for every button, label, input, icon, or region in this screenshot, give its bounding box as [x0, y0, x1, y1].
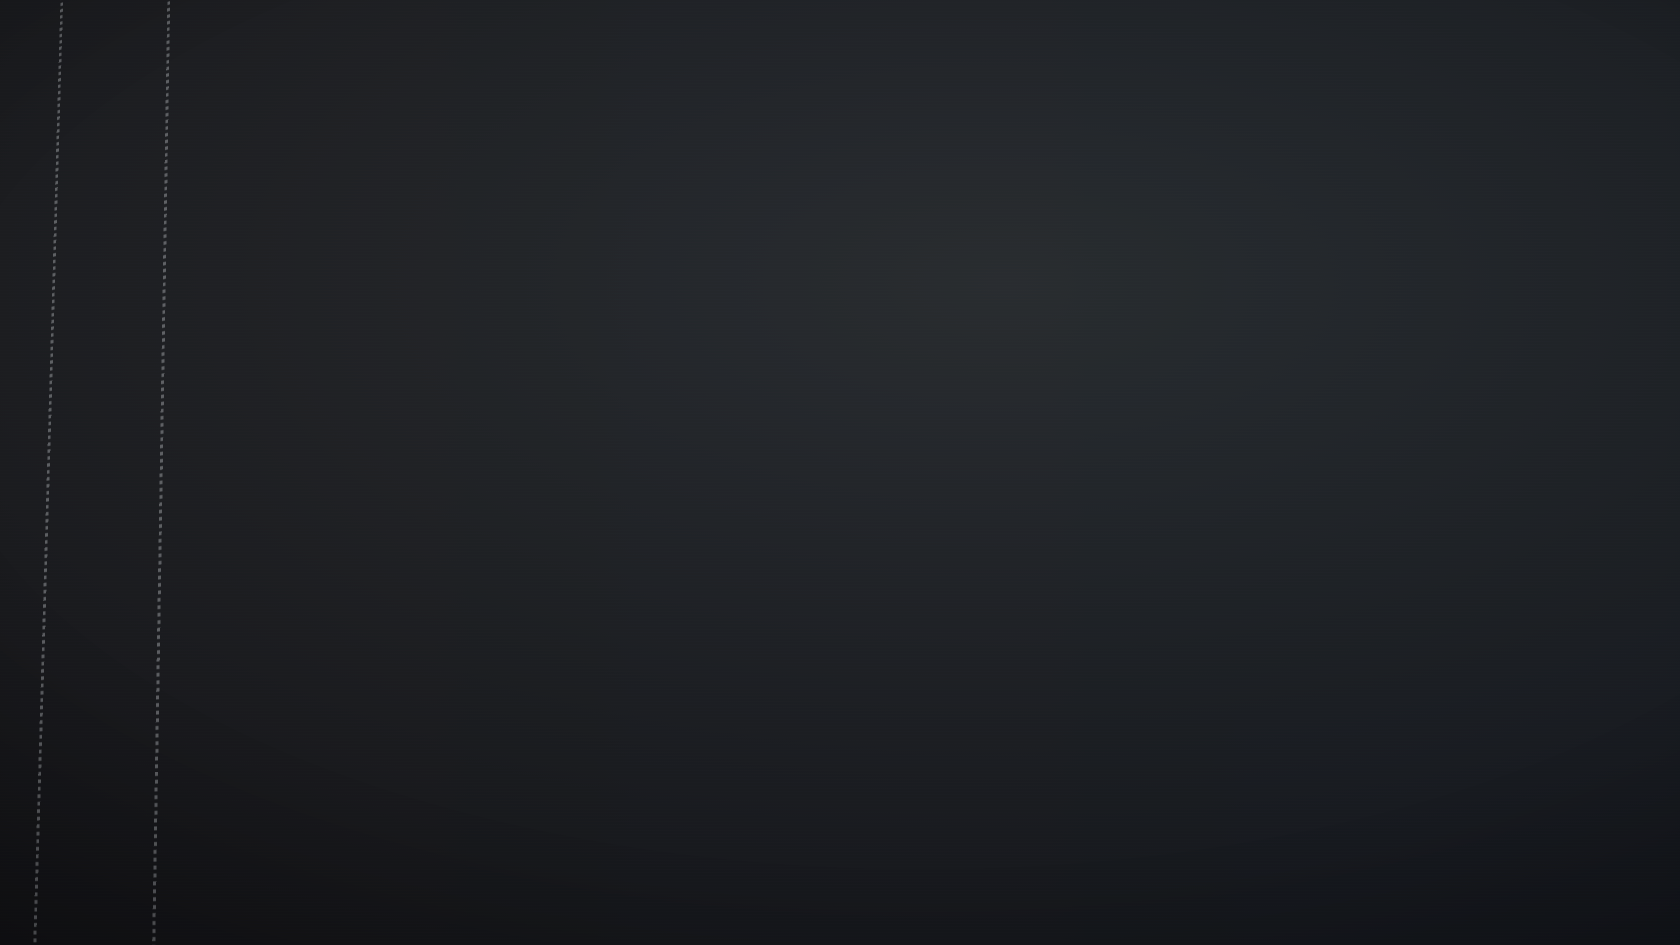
editor-surface: ndomString(); tingString = "hr4aTFAcYQ{.…	[0, 0, 1680, 945]
code-line: {	[0, 0, 217, 945]
indent-guide	[117, 0, 184, 945]
code-line: HttpWebResponse myResponse = (HttpWebRes…	[0, 0, 232, 945]
code-editor-photo: ndomString(); tingString = "hr4aTFAcYQ{.…	[0, 0, 1680, 945]
code-line: pageContent = sr.ReadToEnd();	[0, 0, 208, 945]
indent-guide	[0, 0, 86, 945]
code-line: using (StreamReader sr = new StreamReade…	[0, 0, 225, 945]
code-line: ring pageContent = null;	[0, 0, 242, 945]
code-line: string path	[0, 0, 180, 945]
code-line: HttpWebRequest myReq = (HttpWebRequest)W…	[0, 0, 237, 945]
